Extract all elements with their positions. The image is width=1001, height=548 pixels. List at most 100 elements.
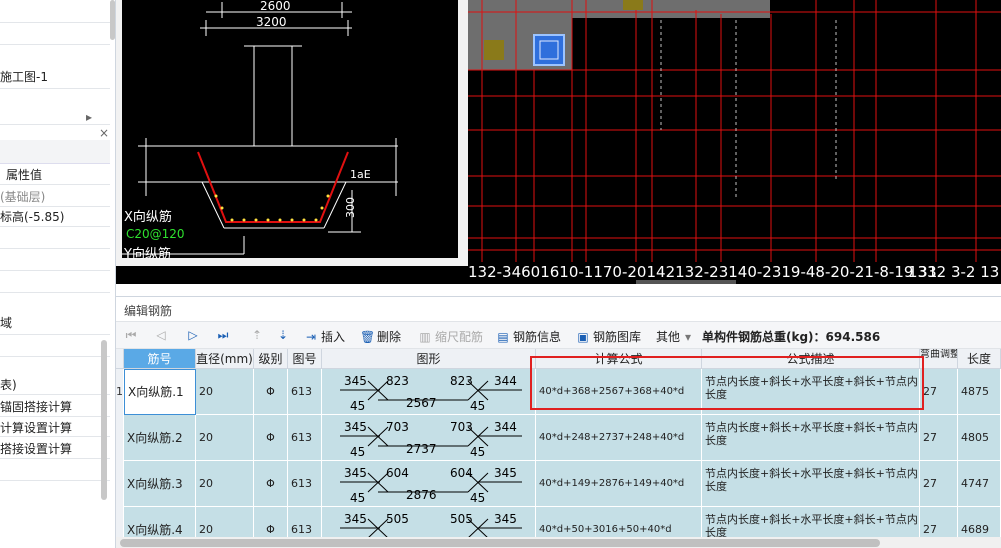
move-up-button[interactable]: ⇡ [250, 328, 264, 342]
table-row[interactable]: X向纵筋.3 20 Φ 613 345 604 604 345 45 2876 … [116, 461, 1001, 507]
shape-diagram: 345 703 703 344 45 2737 45 [340, 420, 522, 459]
diameter[interactable]: 20 [196, 369, 254, 415]
first-icon: ⏮ [125, 328, 137, 342]
info-icon: ▤ [497, 329, 509, 344]
prev-icon: ◁ [156, 328, 166, 342]
last-icon: ⏭ [217, 328, 229, 342]
close-icon[interactable]: × [99, 126, 109, 140]
shape-dim: 344 [494, 374, 517, 388]
first-record-button[interactable]: ⏮ [124, 328, 138, 342]
arrow-down-icon: ⇣ [277, 328, 289, 342]
editor-title: 编辑钢筋 [124, 304, 173, 318]
next-icon: ▷ [188, 328, 198, 342]
scale-rebar-button[interactable]: ▥ 缩尺配筋 [418, 328, 483, 345]
insert-icon: ⇥ [305, 329, 317, 344]
grade-symbol[interactable]: Φ [254, 415, 288, 461]
rebar-name[interactable]: X向纵筋.1 [124, 369, 196, 415]
prev-record-button[interactable]: ◁ [154, 328, 168, 342]
shape-dim: 823 [386, 374, 409, 388]
delete-button[interactable]: 🗑 删除 [360, 328, 401, 345]
grid-horizontal-scrollbar[interactable] [116, 537, 1001, 548]
rebar-name[interactable]: X向纵筋.3 [124, 461, 196, 507]
rebar-library-button[interactable]: ▣ 钢筋图库 [576, 328, 641, 345]
last-record-button[interactable]: ⏭ [216, 328, 230, 342]
shape-dim: 345 [494, 466, 517, 480]
shape-dim: 45 [350, 399, 365, 413]
property-item-table: 表) [0, 378, 17, 392]
calc-formula[interactable]: 40*d+50+3016+50+40*d [536, 507, 702, 537]
length[interactable]: 4875 [958, 369, 1001, 415]
rebar-shape[interactable]: 345 604 604 345 45 2876 45 [322, 461, 536, 507]
shape-dim: 2737 [406, 442, 437, 456]
calc-formula[interactable]: 40*d+248+2737+248+40*d [536, 415, 702, 461]
shape-dim: 45 [470, 445, 485, 459]
left-panel: 施工图-1 ▸ × 属性值 (基础层) 标高(-5.85) 域 表) 锚固搭接计… [0, 0, 116, 548]
shape-dim: 345 [494, 512, 517, 526]
property-scrollbar[interactable] [101, 340, 107, 500]
bend-adjust[interactable]: 27 [920, 369, 958, 415]
shape-diagram: 345 505 505 345 [340, 512, 522, 537]
bend-adjust[interactable]: 27 [920, 415, 958, 461]
shape-diagram: 345 604 604 345 45 2876 45 [340, 466, 522, 505]
grade-symbol[interactable]: Φ [254, 461, 288, 507]
axis-labels: 132-34601610-1170-20142132-23140-2319-48… [468, 263, 937, 281]
bend-adjust[interactable]: 27 [920, 507, 958, 537]
total-weight: 单构件钢筋总重(kg)：694.586 [702, 330, 881, 344]
library-icon: ▣ [577, 329, 589, 344]
diameter[interactable]: 20 [196, 415, 254, 461]
col-rebar-no[interactable]: 筋号 [124, 349, 196, 369]
formula-description[interactable]: 节点内长度+斜长+水平长度+斜长+节点内长度 [702, 415, 920, 461]
col-diameter[interactable]: 直径(mm) [196, 349, 254, 369]
other-menu-button[interactable]: 其他 ▾ [656, 328, 693, 345]
table-row[interactable]: X向纵筋.2 20 Φ 613 345 703 703 344 45 2737 … [116, 415, 1001, 461]
grade-symbol[interactable]: Φ [254, 369, 288, 415]
drawing-tree-item[interactable]: 施工图-1 [0, 68, 48, 85]
rebar-shape[interactable]: 345 505 505 345 [322, 507, 536, 537]
label-y-rebar: Y向纵筋 [123, 246, 171, 262]
rebar-shape[interactable]: 345 703 703 344 45 2737 45 [322, 415, 536, 461]
length[interactable]: 4689 [958, 507, 1001, 537]
col-length[interactable]: 长度 [958, 349, 1001, 369]
next-record-button[interactable]: ▷ [186, 328, 200, 342]
rebar-name[interactable]: X向纵筋.2 [124, 415, 196, 461]
scrollbar-thumb[interactable] [120, 539, 880, 547]
length[interactable]: 4805 [958, 415, 1001, 461]
shape-dim: 2876 [406, 488, 437, 502]
insert-button[interactable]: ⇥ 插入 [304, 328, 345, 345]
bend-adjust[interactable]: 27 [920, 461, 958, 507]
diameter[interactable]: 20 [196, 461, 254, 507]
col-bend-adjust[interactable]: 弯曲调整 [920, 349, 958, 369]
shape-dim: 823 [450, 374, 473, 388]
col-figure-no[interactable]: 图号 [288, 349, 322, 369]
scale-icon: ▥ [419, 329, 431, 344]
property-value-header: 属性值 [6, 168, 43, 182]
formula-description[interactable]: 节点内长度+斜长+水平长度+斜长+节点内长度 [702, 507, 920, 537]
top-scrollbar[interactable] [110, 0, 115, 40]
shape-dim: 2567 [406, 396, 437, 410]
figure-no[interactable]: 613 [288, 415, 322, 461]
cad-viewport[interactable]: 2600 3200 1aE 300 X向纵筋 C20@120 Y向纵筋 132-… [116, 0, 1001, 284]
col-grade[interactable]: 级别 [254, 349, 288, 369]
calc-formula[interactable]: 40*d+149+2876+149+40*d [536, 461, 702, 507]
move-down-button[interactable]: ⇣ [276, 328, 290, 342]
shape-dim: 344 [494, 420, 517, 434]
figure-no[interactable]: 613 [288, 461, 322, 507]
length[interactable]: 4747 [958, 461, 1001, 507]
grade-symbol[interactable]: Φ [254, 507, 288, 537]
shape-dim: 45 [470, 491, 485, 505]
rebar-info-button[interactable]: ▤ 钢筋信息 [496, 328, 561, 345]
collapse-arrow-icon[interactable]: ▸ [86, 110, 92, 124]
rebar-shape[interactable]: 345 823 823 344 45 2567 45 [322, 369, 536, 415]
diameter[interactable]: 20 [196, 507, 254, 537]
property-item-lap-setting: 搭接设置计算 [0, 442, 73, 456]
row-number: 1 [116, 369, 124, 415]
trash-icon: 🗑 [360, 329, 376, 344]
table-row[interactable]: X向纵筋.4 20 Φ 613 345 505 505 345 40*d+50+… [116, 507, 1001, 537]
shape-dim: 345 [344, 512, 367, 526]
figure-no[interactable]: 613 [288, 507, 322, 537]
col-shape[interactable]: 图形 [322, 349, 536, 369]
shape-dim: 345 [344, 466, 367, 480]
rebar-name[interactable]: X向纵筋.4 [124, 507, 196, 537]
formula-description[interactable]: 节点内长度+斜长+水平长度+斜长+节点内长度 [702, 461, 920, 507]
figure-no[interactable]: 613 [288, 369, 322, 415]
